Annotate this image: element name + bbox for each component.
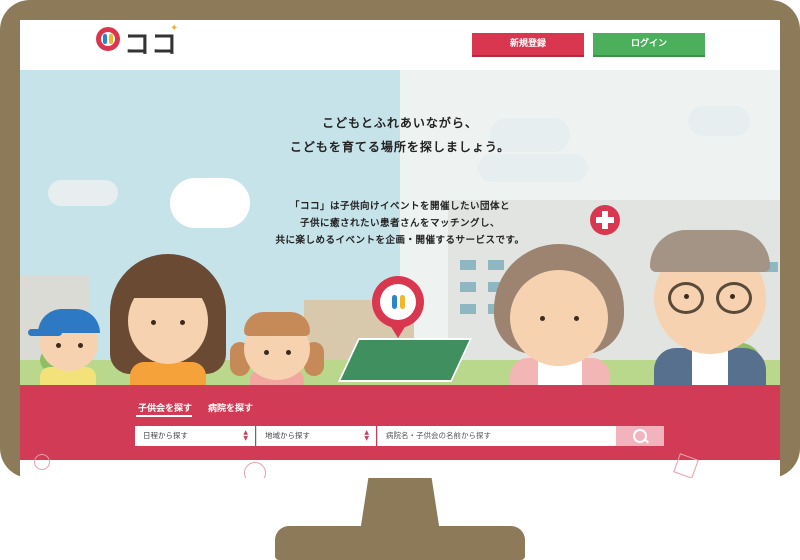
register-button[interactable]: 新規登録 [472, 33, 584, 57]
girl-illustration [108, 250, 228, 385]
logo-icon[interactable] [96, 27, 120, 51]
login-button[interactable]: ログイン [593, 33, 705, 57]
boy-illustration [28, 305, 118, 385]
select-arrows-icon: ▲ ▼ [364, 429, 369, 442]
cloud-illustration [478, 154, 588, 182]
site-header: ココ ✦ 新規登録 ログイン [20, 20, 780, 70]
tab-hospital[interactable]: 病院を探す [208, 401, 253, 414]
area-select-label: 地域から探す [265, 431, 310, 440]
decorative-circle-icon [34, 454, 50, 470]
search-panel: 子供会を探す 病院を探す 日程から探す ▲ ▼ 地域から探す ▲ ▼ 病院名・子供会… [20, 385, 780, 460]
select-arrows-icon: ▲ ▼ [243, 429, 248, 442]
screen: ココ ✦ 新規登録 ログイン こどもとふれあいながら、 こどもを育てる場所を探し… [20, 20, 780, 478]
page-bottom-strip [20, 453, 780, 478]
active-tab-indicator [136, 415, 192, 417]
date-select-label: 日程から探す [143, 431, 188, 440]
monitor-stand-base [275, 526, 525, 560]
date-select[interactable]: 日程から探す ▲ ▼ [135, 426, 255, 446]
name-search-input[interactable]: 病院名・子供会の名前から探す [377, 426, 616, 446]
hero-section: こどもとふれあいながら、 こどもを育てる場所を探しましょう。 「ココ」は子供向け… [20, 70, 780, 385]
hero-description-line3: 共に楽しめるイベントを企画・開催するサービスです。 [275, 235, 525, 246]
hero-description-line2: 子供に癒されたい患者さんをマッチングし、 [299, 218, 500, 229]
area-select[interactable]: 地域から探す ▲ ▼ [256, 426, 376, 446]
logo-sparkle-icon: ✦ [170, 23, 179, 34]
map-illustration [337, 338, 473, 382]
search-button[interactable] [616, 426, 664, 446]
tab-kodomokai[interactable]: 子供会を探す [138, 401, 192, 414]
hero-description-line1: 「ココ」は子供向けイベントを開催したい団体と [289, 201, 510, 212]
map-pin-icon [372, 276, 424, 328]
hero-tagline-line2: こどもを育てる場所を探しましょう。 [289, 140, 511, 154]
monitor-stand-neck [360, 470, 440, 532]
grandma-illustration [490, 240, 630, 385]
hero-tagline-line1: こどもとふれあいながら、 [322, 116, 478, 130]
search-icon [633, 429, 647, 443]
small-girl-illustration [228, 302, 328, 385]
ball-icon [244, 462, 266, 478]
